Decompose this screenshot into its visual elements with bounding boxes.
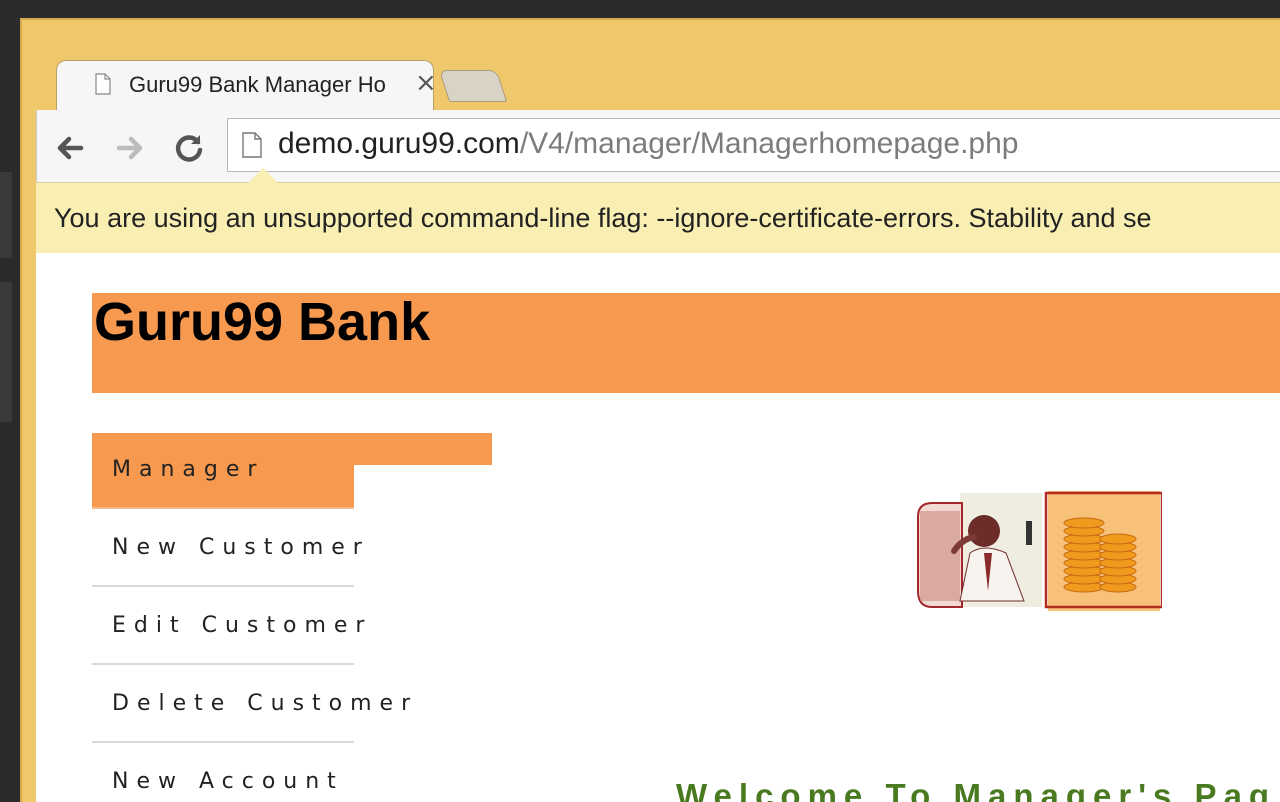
back-arrow-icon[interactable] (51, 128, 91, 168)
url-path: /V4/manager/Managerhomepage.php (519, 127, 1019, 160)
file-icon (242, 132, 262, 158)
new-tab-button[interactable] (438, 70, 508, 102)
menu-item-delete-customer[interactable]: Delete Customer (92, 667, 410, 743)
file-icon (95, 73, 111, 95)
forward-arrow-icon[interactable] (109, 128, 149, 168)
tab-title: Guru99 Bank Manager Ho (129, 72, 386, 97)
menu-item-edit-customer[interactable]: Edit Customer (92, 589, 364, 665)
menu-item-new-customer[interactable]: New Customer (92, 511, 362, 587)
reload-icon[interactable] (169, 128, 209, 168)
manager-banner-image (917, 491, 1162, 611)
browser-window: Guru99 Bank Manager Ho × demo.guru99.com… (20, 18, 1280, 802)
browser-toolbar: demo.guru99.com/V4/manager/Managerhomepa… (36, 110, 1280, 182)
bank-header: Guru99 Bank (92, 292, 1280, 393)
desktop-panel (0, 282, 12, 422)
menu-item-label: Manager (112, 457, 265, 482)
bank-title: Guru99 Bank (94, 292, 431, 352)
menu-item-label: New Customer (112, 535, 370, 560)
desktop-panel (0, 172, 12, 258)
menu-item-label: Edit Customer (112, 613, 373, 638)
menu-item-label: New Account (112, 769, 344, 794)
address-bar[interactable]: demo.guru99.com/V4/manager/Managerhomepa… (227, 118, 1280, 172)
menu-item-new-account[interactable]: New Account (92, 745, 354, 802)
url-text: demo.guru99.com/V4/manager/Managerhomepa… (278, 127, 1019, 161)
infobar: You are using an unsupported command-lin… (36, 182, 1280, 254)
browser-tab[interactable]: Guru99 Bank Manager Ho × (56, 60, 437, 111)
close-icon[interactable]: × (415, 68, 437, 98)
url-host: demo.guru99.com (278, 127, 520, 160)
infobar-message: You are using an unsupported command-lin… (54, 203, 1152, 233)
infobar-pointer (248, 168, 278, 183)
menu-item-manager[interactable]: Manager (92, 433, 354, 509)
menu-item-label: Delete Customer (112, 691, 419, 716)
web-page: Guru99 Bank Manager New Customer Edit Cu… (36, 253, 1280, 802)
welcome-heading: Welcome To Manager's Pag (676, 777, 1277, 802)
